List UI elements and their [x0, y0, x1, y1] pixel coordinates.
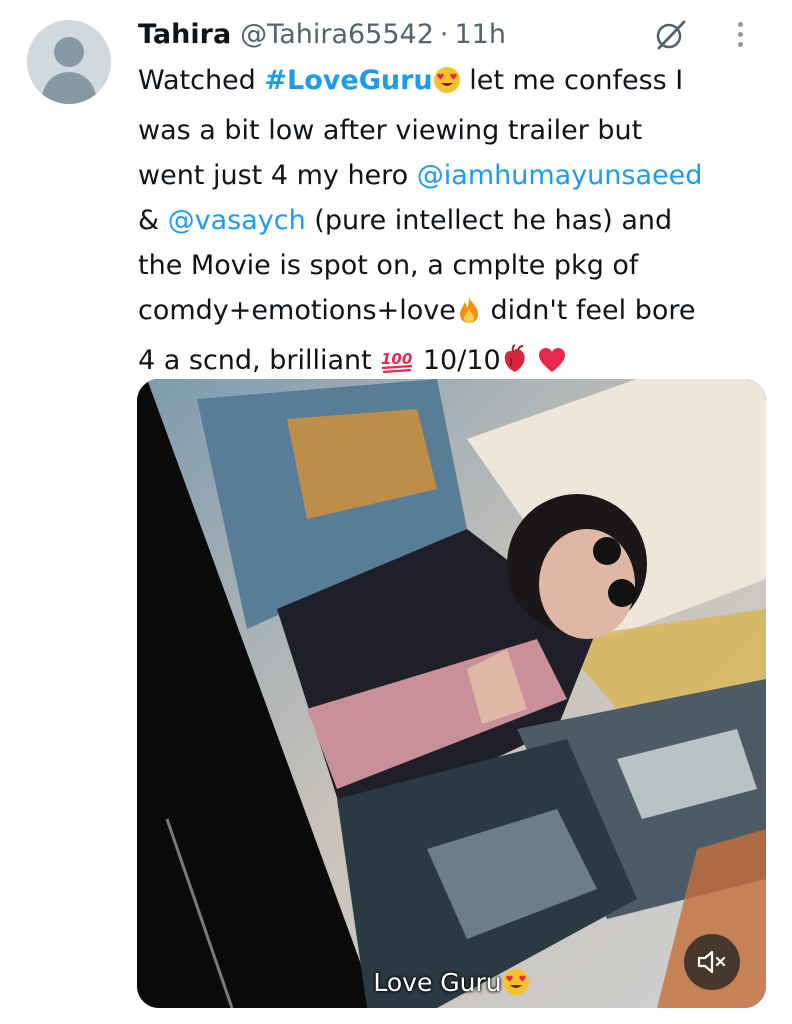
author-name[interactable]: Tahira — [138, 19, 231, 50]
tweet-text-segment: & — [138, 205, 168, 236]
grok-icon[interactable] — [654, 18, 688, 52]
tweet-text-line: & @vasaych (pure intellect he has) and — [138, 198, 778, 243]
fire-emoji-icon — [456, 293, 482, 338]
mention-link[interactable]: @vasaych — [168, 205, 306, 236]
tweet-text-segment: let me confess I — [460, 65, 684, 96]
tweet-text-line: the Movie is spot on, a cmplte pkg of — [138, 243, 778, 288]
tweet-header: Tahira @Tahira65542 · 11h — [138, 14, 506, 54]
heart-eyes-emoji-icon — [433, 63, 461, 108]
author-handle[interactable]: @Tahira65542 — [240, 19, 434, 50]
timestamp[interactable]: 11h — [455, 19, 506, 50]
tweet-text-line: Watched #LoveGuru let me confess I — [138, 58, 778, 108]
tweet-text-segment: didn't feel bore — [481, 295, 696, 326]
tweet-text-line: comdy+emotions+love didn't feel bore — [138, 288, 778, 338]
smiling-face-heart-eyes-icon — [502, 968, 530, 1002]
separator-dot: · — [439, 18, 449, 50]
tweet-text-segment: Watched — [138, 65, 265, 96]
video-caption: Love Guru — [137, 968, 766, 1002]
tweet: Tahira @Tahira65542 · 11h Watched #LoveG… — [0, 0, 792, 1024]
avatar[interactable] — [27, 20, 111, 104]
tweet-text-segment: 10/10 — [414, 345, 501, 376]
hashtag-link[interactable]: #LoveGuru — [264, 65, 432, 96]
mention-link[interactable]: @iamhumayunsaeed — [417, 160, 703, 191]
video-player[interactable]: Love Guru — [137, 379, 766, 1008]
tweet-text-segment: the Movie is spot on, a cmplte pkg of — [138, 250, 639, 281]
tweet-text-line: went just 4 my hero @iamhumayunsaeed — [138, 153, 778, 198]
avatar-placeholder-head — [54, 37, 84, 67]
tweet-text-segment: (pure intellect he has) and — [305, 205, 673, 236]
tweet-text-segment: 4 a scnd, brilliant — [138, 345, 381, 376]
avatar-placeholder-body — [42, 72, 96, 104]
more-options-icon[interactable] — [733, 22, 747, 56]
tweet-text-segment: comdy+emotions+love — [138, 295, 456, 326]
tweet-text-segment: went just 4 my hero — [138, 160, 417, 191]
tweet-text-segment — [529, 345, 538, 376]
video-frame-image — [137, 379, 766, 1008]
tweet-text-segment: was a bit low after viewing trailer but — [138, 115, 643, 146]
tweet-text-line: was a bit low after viewing trailer but — [138, 108, 778, 153]
tweet-text: Watched #LoveGuru let me confess I was a … — [138, 58, 778, 388]
video-caption-text: Love Guru — [373, 968, 502, 997]
